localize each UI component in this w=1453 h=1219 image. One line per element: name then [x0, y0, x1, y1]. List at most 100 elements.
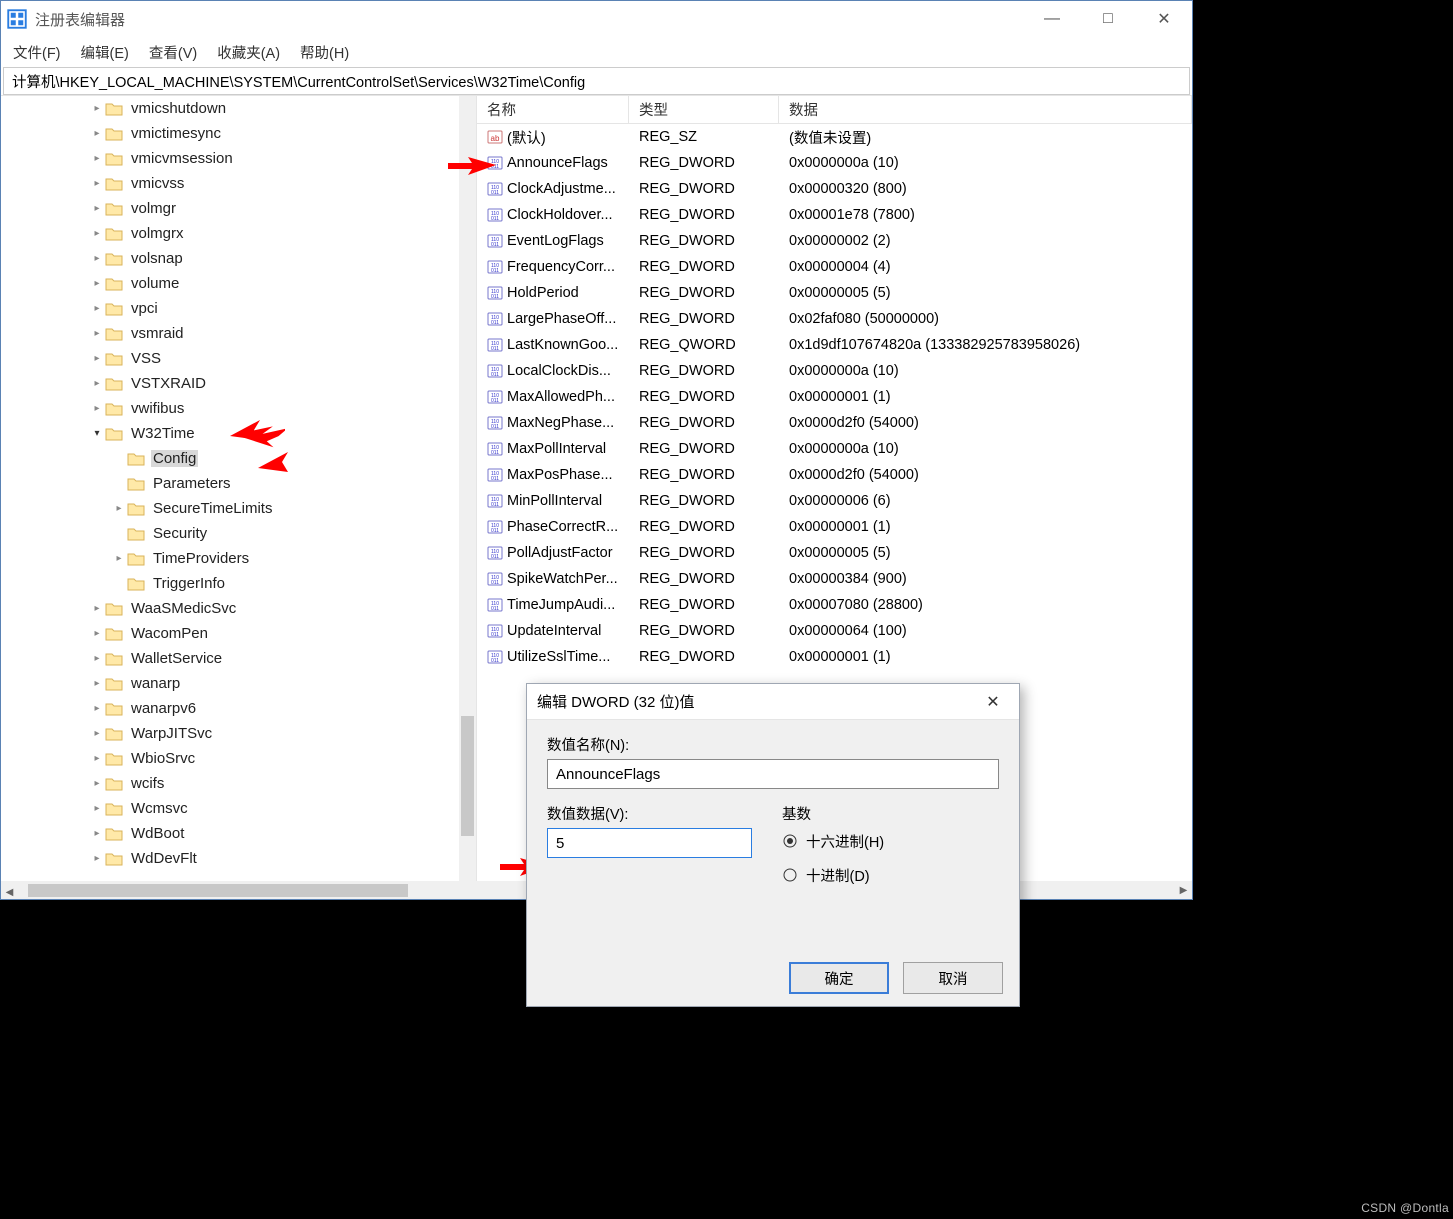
chevron-icon[interactable]: ▸ [111, 503, 127, 514]
cancel-button[interactable]: 取消 [903, 962, 1003, 994]
tree-item[interactable]: ▾W32Time [1, 421, 476, 446]
chevron-icon[interactable]: ▸ [89, 203, 105, 214]
tree-item[interactable]: ▸Wcmsvc [1, 796, 476, 821]
chevron-icon[interactable]: ▸ [89, 653, 105, 664]
tree-item[interactable]: ▸wanarpv6 [1, 696, 476, 721]
maximize-button[interactable]: □ [1080, 1, 1136, 37]
tree-item[interactable]: ▸wcifs [1, 771, 476, 796]
radio-hex[interactable]: 十六进制(H) [782, 824, 999, 858]
titlebar[interactable]: 注册表编辑器 — □ ✕ [1, 1, 1192, 37]
col-header-data[interactable]: 数据 [779, 96, 1192, 123]
chevron-icon[interactable]: ▸ [89, 753, 105, 764]
chevron-icon[interactable]: ▸ [89, 253, 105, 264]
chevron-icon[interactable]: ▸ [89, 678, 105, 689]
chevron-icon[interactable]: ▾ [89, 428, 105, 439]
chevron-icon[interactable]: ▸ [89, 728, 105, 739]
value-row[interactable]: 110011HoldPeriodREG_DWORD0x00000005 (5) [477, 280, 1192, 306]
tree-item[interactable]: Parameters [1, 471, 476, 496]
menu-file[interactable]: 文件(F) [13, 42, 61, 63]
col-header-name[interactable]: 名称 [477, 96, 629, 123]
tree-item[interactable]: ▸vmicvmsession [1, 146, 476, 171]
value-row[interactable]: ab(默认)REG_SZ(数值未设置) [477, 124, 1192, 150]
value-row[interactable]: 110011ClockAdjustme...REG_DWORD0x0000032… [477, 176, 1192, 202]
tree-item[interactable]: ▸VSTXRAID [1, 371, 476, 396]
value-row[interactable]: 110011LocalClockDis...REG_DWORD0x0000000… [477, 358, 1192, 384]
col-header-type[interactable]: 类型 [629, 96, 779, 123]
tree-item[interactable]: ▸vwifibus [1, 396, 476, 421]
value-row[interactable]: 110011MaxAllowedPh...REG_DWORD0x00000001… [477, 384, 1192, 410]
chevron-icon[interactable]: ▸ [89, 153, 105, 164]
tree-item[interactable]: ▸volmgr [1, 196, 476, 221]
list-header[interactable]: 名称 类型 数据 [477, 96, 1192, 124]
value-row[interactable]: 110011ClockHoldover...REG_DWORD0x00001e7… [477, 202, 1192, 228]
chevron-icon[interactable]: ▸ [89, 603, 105, 614]
tree-item[interactable]: ▸volsnap [1, 246, 476, 271]
value-row[interactable]: 110011MinPollIntervalREG_DWORD0x00000006… [477, 488, 1192, 514]
tree-item[interactable]: ▸TimeProviders [1, 546, 476, 571]
tree-item[interactable]: ▸WdBoot [1, 821, 476, 846]
tree-item[interactable]: ▸WbioSrvc [1, 746, 476, 771]
chevron-icon[interactable]: ▸ [89, 703, 105, 714]
tree-item[interactable]: ▸vpci [1, 296, 476, 321]
tree-item[interactable]: Config [1, 446, 476, 471]
tree-item[interactable]: Security [1, 521, 476, 546]
value-row[interactable]: 110011MaxPosPhase...REG_DWORD0x0000d2f0 … [477, 462, 1192, 488]
radio-dec[interactable]: 十进制(D) [782, 858, 999, 892]
chevron-icon[interactable]: ▸ [89, 228, 105, 239]
minimize-button[interactable]: — [1024, 1, 1080, 37]
tree-scrollbar-v[interactable] [459, 96, 476, 881]
tree-item[interactable]: ▸VSS [1, 346, 476, 371]
chevron-icon[interactable]: ▸ [89, 353, 105, 364]
close-button[interactable]: ✕ [1136, 1, 1192, 37]
tree-item[interactable]: ▸vsmraid [1, 321, 476, 346]
tree-item[interactable]: TriggerInfo [1, 571, 476, 596]
chevron-icon[interactable]: ▸ [89, 278, 105, 289]
chevron-icon[interactable]: ▸ [89, 128, 105, 139]
menu-fav[interactable]: 收藏夹(A) [217, 42, 280, 63]
chevron-icon[interactable]: ▸ [89, 828, 105, 839]
dialog-close-button[interactable]: ✕ [977, 692, 1009, 712]
value-row[interactable]: 110011TimeJumpAudi...REG_DWORD0x00007080… [477, 592, 1192, 618]
value-row[interactable]: 110011SpikeWatchPer...REG_DWORD0x0000038… [477, 566, 1192, 592]
menu-help[interactable]: 帮助(H) [300, 42, 349, 63]
chevron-icon[interactable]: ▸ [89, 103, 105, 114]
value-row[interactable]: 110011EventLogFlagsREG_DWORD0x00000002 (… [477, 228, 1192, 254]
tree-item[interactable]: ▸WdDevFlt [1, 846, 476, 871]
chevron-icon[interactable]: ▸ [89, 303, 105, 314]
value-row[interactable]: 110011UpdateIntervalREG_DWORD0x00000064 … [477, 618, 1192, 644]
tree-item[interactable]: ▸vmicshutdown [1, 96, 476, 121]
value-row[interactable]: 110011LargePhaseOff...REG_DWORD0x02faf08… [477, 306, 1192, 332]
tree-item[interactable]: ▸vmictimesync [1, 121, 476, 146]
dialog-titlebar[interactable]: 编辑 DWORD (32 位)值 ✕ [527, 684, 1019, 720]
chevron-icon[interactable]: ▸ [89, 328, 105, 339]
ok-button[interactable]: 确定 [789, 962, 889, 994]
value-row[interactable]: 110011PollAdjustFactorREG_DWORD0x0000000… [477, 540, 1192, 566]
chevron-icon[interactable]: ▸ [89, 803, 105, 814]
chevron-icon[interactable]: ▸ [89, 778, 105, 789]
value-row[interactable]: 110011UtilizeSslTime...REG_DWORD0x000000… [477, 644, 1192, 670]
chevron-icon[interactable]: ▸ [89, 378, 105, 389]
tree-item[interactable]: ▸vmicvss [1, 171, 476, 196]
value-row[interactable]: 110011PhaseCorrectR...REG_DWORD0x0000000… [477, 514, 1192, 540]
value-row[interactable]: 110011AnnounceFlagsREG_DWORD0x0000000a (… [477, 150, 1192, 176]
value-row[interactable]: 110011MaxNegPhase...REG_DWORD0x0000d2f0 … [477, 410, 1192, 436]
value-data-input[interactable] [547, 828, 752, 858]
tree-item[interactable]: ▸WacomPen [1, 621, 476, 646]
tree-item[interactable]: ▸SecureTimeLimits [1, 496, 476, 521]
chevron-icon[interactable]: ▸ [111, 553, 127, 564]
tree-item[interactable]: ▸volmgrx [1, 221, 476, 246]
chevron-icon[interactable]: ▸ [89, 628, 105, 639]
chevron-icon[interactable]: ▸ [89, 853, 105, 864]
value-name-input[interactable] [547, 759, 999, 789]
value-row[interactable]: 110011LastKnownGoo...REG_QWORD0x1d9df107… [477, 332, 1192, 358]
tree-item[interactable]: ▸WalletService [1, 646, 476, 671]
tree-item[interactable]: ▸volume [1, 271, 476, 296]
tree-item[interactable]: ▸wanarp [1, 671, 476, 696]
address-bar[interactable]: 计算机\HKEY_LOCAL_MACHINE\SYSTEM\CurrentCon… [3, 67, 1190, 95]
chevron-icon[interactable]: ▸ [89, 178, 105, 189]
value-row[interactable]: 110011FrequencyCorr...REG_DWORD0x0000000… [477, 254, 1192, 280]
menu-edit[interactable]: 编辑(E) [81, 42, 129, 63]
value-row[interactable]: 110011MaxPollIntervalREG_DWORD0x0000000a… [477, 436, 1192, 462]
tree-item[interactable]: ▸WarpJITSvc [1, 721, 476, 746]
menu-view[interactable]: 查看(V) [149, 42, 197, 63]
